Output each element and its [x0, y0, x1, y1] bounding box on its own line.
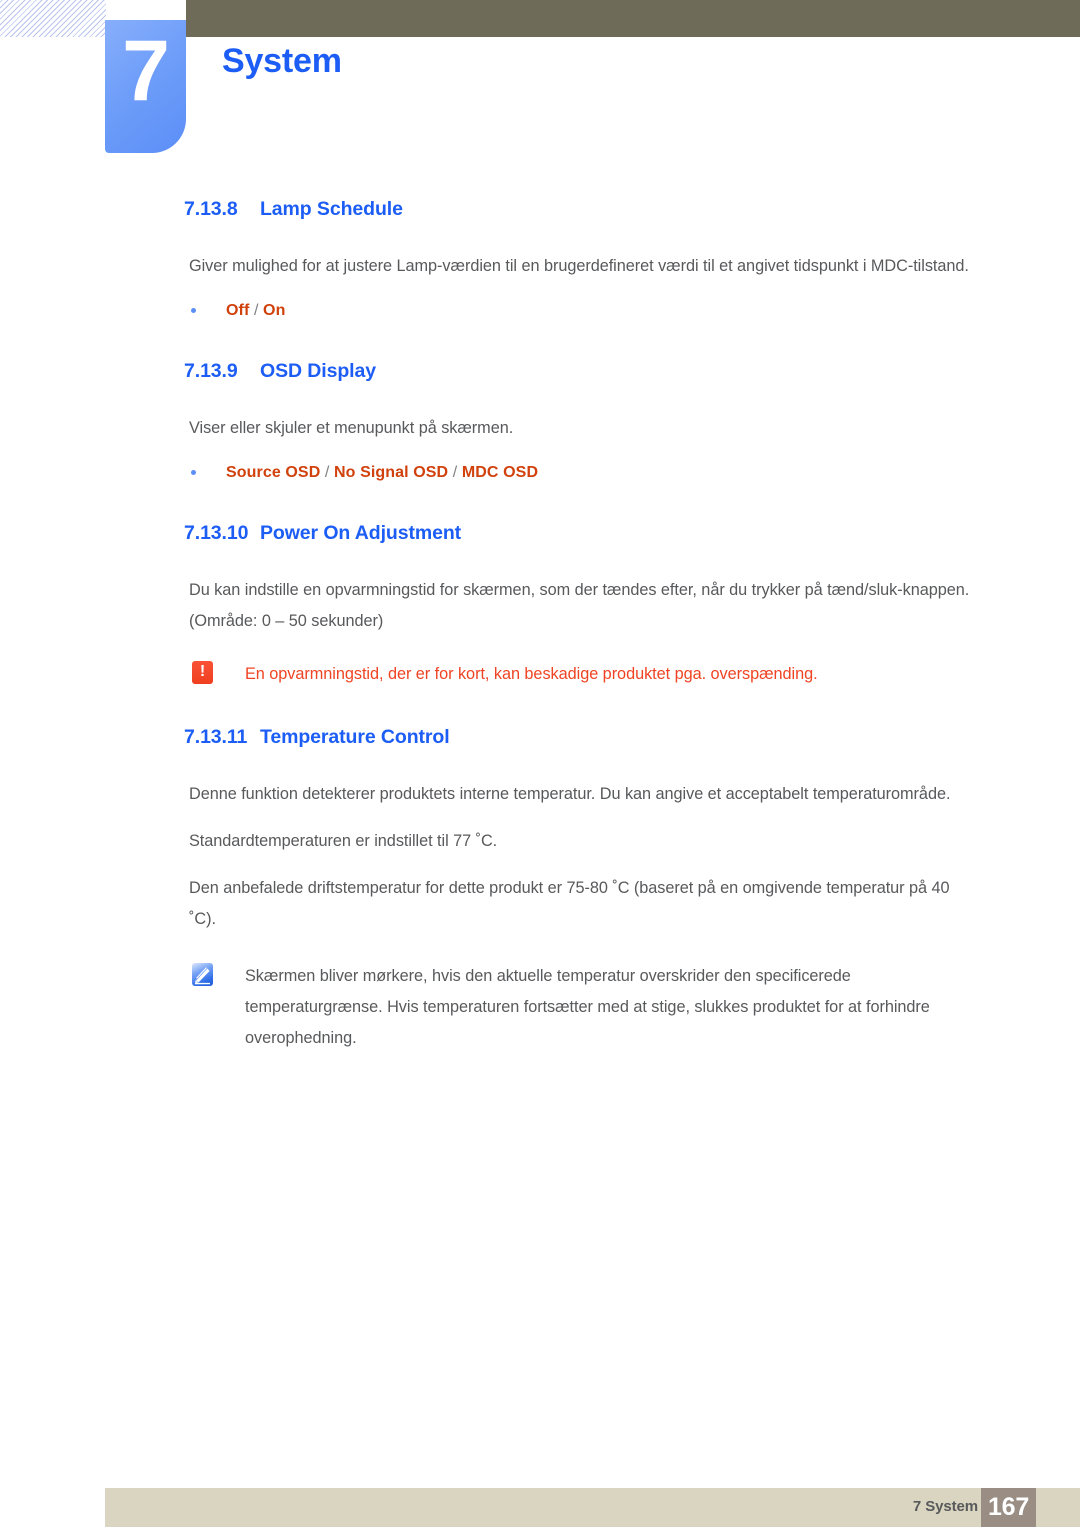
section-number: 7.13.8: [184, 198, 238, 220]
option-separator: /: [249, 302, 264, 319]
caution-icon: !: [192, 661, 213, 684]
section-temperature-control: 7.13.11 Temperature Control Denne funktio…: [0, 726, 1080, 1054]
footer-chapter-label: 7 System: [912, 1498, 978, 1515]
option-separator: /: [448, 464, 462, 481]
section-title: Temperature Control: [260, 726, 450, 748]
option-source-osd: Source OSD: [226, 464, 321, 481]
chapter-number: 7: [122, 23, 170, 119]
section-number: 7.13.10: [184, 522, 249, 544]
section-paragraph-3: Den anbefalede driftstemperatur for dett…: [189, 879, 950, 928]
note-pen-icon: [192, 963, 213, 986]
option-off: Off: [226, 302, 250, 319]
section-paragraph: Giver mulighed for at justere Lamp-værdi…: [189, 257, 969, 275]
option-no-signal-osd: No Signal OSD: [334, 464, 449, 481]
page-header: 7 System: [0, 0, 1080, 160]
option-separator: /: [320, 464, 334, 481]
section-number: 7.13.9: [184, 360, 238, 382]
page-number: 167: [981, 1488, 1036, 1527]
option-list-item: Off / On: [189, 298, 989, 324]
section-title: Lamp Schedule: [260, 198, 403, 220]
document-content: 7.13.8 Lamp Schedule Giver mulighed for a…: [0, 198, 1080, 1054]
note-text: Skærmen bliver mørkere, hvis den aktuell…: [245, 967, 930, 1047]
section-paragraph: Viser eller skjuler et menupunkt på skær…: [189, 419, 514, 437]
section-heading: 7.13.11 Temperature Control: [184, 726, 1080, 749]
option-values: Source OSD / No Signal OSD / MDC OSD: [226, 460, 989, 486]
option-list-item: Source OSD / No Signal OSD / MDC OSD: [189, 460, 989, 486]
section-power-on-adjustment: 7.13.10 Power On Adjustment Du kan indsti…: [0, 522, 1080, 690]
page-footer: 7 System 167: [105, 1488, 1080, 1527]
section-paragraph-2: Standardtemperaturen er indstillet til 7…: [189, 832, 498, 850]
section-heading: 7.13.9 OSD Display: [184, 360, 1080, 383]
section-title: Power On Adjustment: [260, 522, 462, 544]
option-values: Off / On: [226, 298, 989, 324]
bullet-dot-icon: [191, 470, 196, 475]
section-number: 7.13.11: [184, 726, 248, 748]
section-paragraph: Du kan indstille en opvarmningstid for s…: [189, 581, 970, 630]
chapter-badge: 7: [105, 20, 186, 153]
option-on: On: [263, 302, 286, 319]
section-title: OSD Display: [260, 360, 376, 382]
hatch-decoration: [0, 0, 106, 37]
section-heading: 7.13.10 Power On Adjustment: [184, 522, 1080, 545]
header-olive-bar: [186, 0, 1080, 37]
note-callout: Skærmen bliver mørkere, hvis den aktuell…: [189, 961, 989, 1054]
caution-text: En opvarmningstid, der er for kort, kan …: [245, 665, 818, 683]
bullet-dot-icon: [191, 308, 196, 313]
section-heading: 7.13.8 Lamp Schedule: [184, 198, 1080, 221]
option-mdc-osd: MDC OSD: [461, 464, 539, 481]
section-paragraph-1: Denne funktion detekterer produktets int…: [189, 785, 951, 803]
section-lamp-schedule: 7.13.8 Lamp Schedule Giver mulighed for a…: [0, 198, 1080, 324]
section-osd-display: 7.13.9 OSD Display Viser eller skjuler et…: [0, 360, 1080, 486]
caution-callout: ! En opvarmningstid, der er for kort, ka…: [189, 659, 989, 690]
page-title: System: [222, 42, 342, 80]
